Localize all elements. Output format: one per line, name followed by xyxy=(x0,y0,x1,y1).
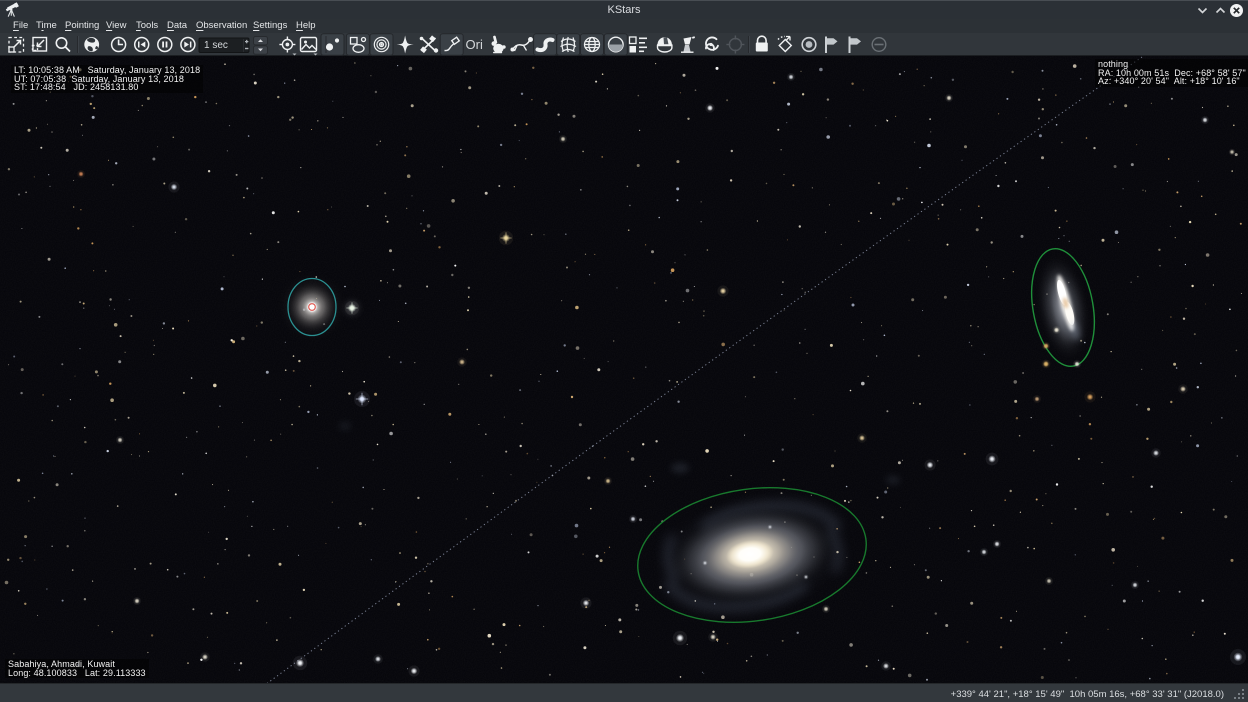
svg-text:1 sec: 1 sec xyxy=(204,40,228,51)
svg-text:Ori: Ori xyxy=(466,37,483,52)
